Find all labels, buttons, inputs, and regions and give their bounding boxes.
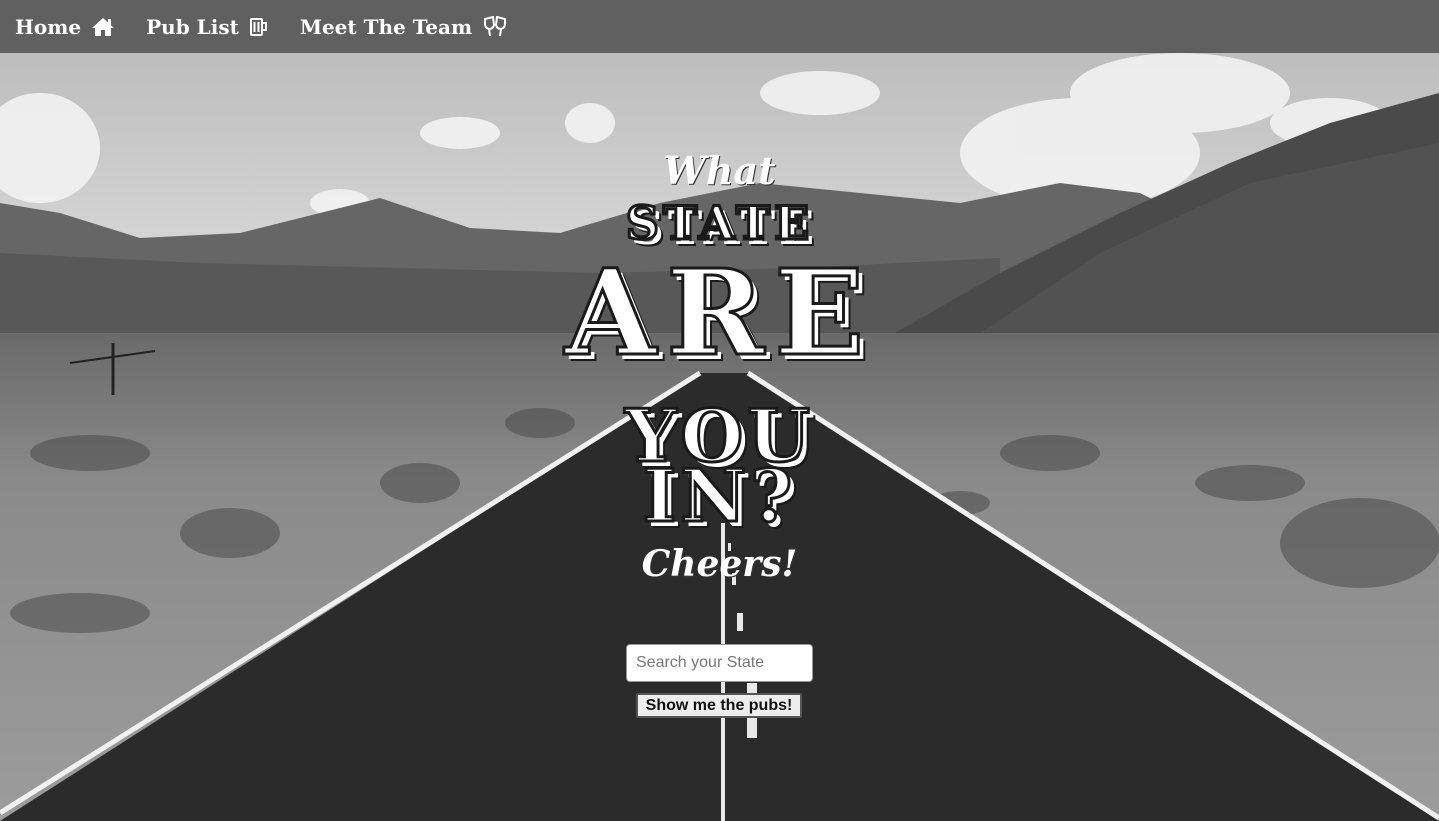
show-pubs-button[interactable]: Show me the pubs!: [636, 693, 802, 718]
nav-home-link[interactable]: Home: [15, 15, 115, 39]
headline-are: ARE: [563, 242, 875, 384]
home-icon: [91, 17, 115, 37]
top-navbar: Home Pub List Meet The Team: [0, 0, 1439, 53]
headline-what: What: [663, 148, 776, 193]
hero-banner: What STATE ARE YOU IN? Cheers! Show me t…: [0, 53, 1439, 821]
cheers-glasses-icon: [482, 15, 508, 38]
headline-in: IN?: [641, 452, 797, 540]
headline-state: STATE: [624, 195, 814, 252]
nav-meet-team-link[interactable]: Meet The Team: [300, 15, 508, 39]
headline-cheers: Cheers!: [641, 543, 798, 585]
nav-pub-list-link[interactable]: Pub List: [146, 15, 269, 39]
nav-home-label: Home: [15, 14, 82, 39]
beer-mug-icon: [249, 17, 269, 37]
state-search-input[interactable]: [626, 644, 813, 682]
nav-pub-list-label: Pub List: [146, 14, 239, 39]
nav-meet-team-label: Meet The Team: [299, 14, 473, 39]
